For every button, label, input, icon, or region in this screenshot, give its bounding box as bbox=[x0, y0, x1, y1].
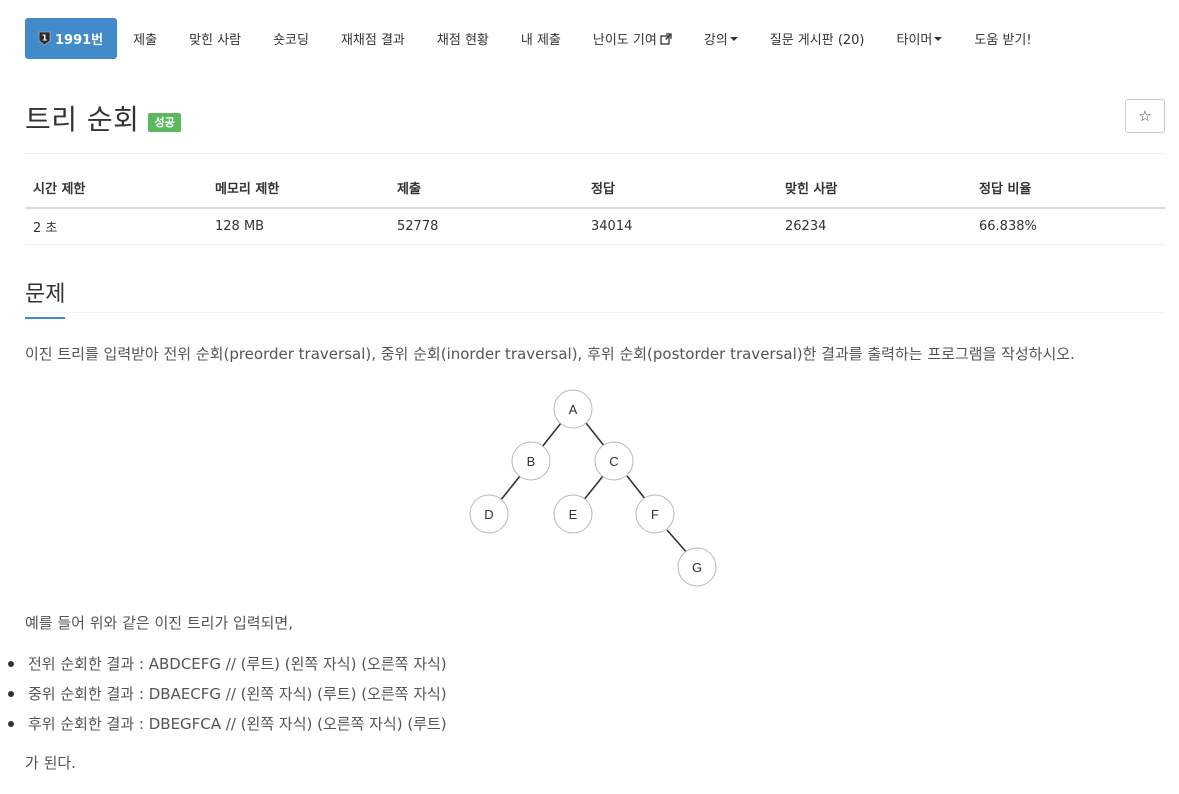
accuracy-value: 66.838% bbox=[971, 208, 1165, 245]
list-item: 중위 순회한 결과 : DBAECFG // (왼쪽 자식) (루트) (오른쪽… bbox=[8, 683, 447, 713]
tab-label: 내 제출 bbox=[520, 33, 561, 48]
tab-rejudge-results[interactable]: 재채점 결과 bbox=[325, 18, 421, 59]
list-item-text: 중위 순회한 결과 : DBAECFG // (왼쪽 자식) (루트) (오른쪽… bbox=[28, 685, 447, 703]
tab-difficulty-contribution[interactable]: 난이도 기여 bbox=[577, 18, 688, 59]
tab-get-help[interactable]: 도움 받기! bbox=[958, 18, 1047, 59]
tree-edge-a-c bbox=[585, 422, 606, 448]
table-row: 2 초 128 MB 52778 34014 26234 66.838% bbox=[25, 208, 1165, 245]
tab-label: 난이도 기여 bbox=[592, 33, 657, 48]
title-row: 트리 순회 성공 bbox=[25, 98, 181, 138]
tree-node-label: C bbox=[609, 454, 618, 469]
tab-label: 강의 bbox=[703, 33, 728, 48]
tree-edge-c-e bbox=[582, 475, 604, 502]
tab-label: 제출 bbox=[133, 33, 158, 48]
caret-down-icon bbox=[729, 37, 738, 41]
list-item: 후위 순회한 결과 : DBEGFCA // (왼쪽 자식) (오른쪽 자식) … bbox=[8, 713, 447, 743]
tree-node-label: G bbox=[692, 560, 702, 575]
tree-edge-a-b bbox=[541, 422, 562, 448]
solved-users-value: 26234 bbox=[777, 208, 971, 245]
external-link-icon bbox=[660, 32, 672, 45]
time-limit-value: 2 초 bbox=[25, 208, 207, 245]
page-title: 트리 순회 bbox=[25, 103, 140, 136]
problem-menu: 1 1991번 제출 맞힌 사람 숏코딩 재채점 결과 채점 현황 내 제출 난… bbox=[25, 18, 1048, 59]
tree-node-label: A bbox=[569, 402, 578, 417]
tab-label: 채점 현황 bbox=[436, 33, 489, 48]
header-memory-limit: 메모리 제한 bbox=[207, 175, 389, 209]
tab-judge-status[interactable]: 채점 현황 bbox=[421, 18, 505, 59]
tab-label: 도움 받기! bbox=[974, 33, 1032, 48]
caret-down-icon bbox=[934, 37, 943, 41]
tab-label: 타이머 bbox=[896, 33, 933, 48]
svg-text:1: 1 bbox=[42, 34, 48, 43]
example-outro: 가 된다. bbox=[25, 754, 76, 772]
header-time-limit: 시간 제한 bbox=[25, 175, 207, 209]
tree-edge-f-g bbox=[666, 529, 689, 555]
accepted-value: 34014 bbox=[583, 208, 777, 245]
tab-short-coding[interactable]: 숏코딩 bbox=[257, 18, 325, 59]
tree-edge-c-f bbox=[626, 475, 647, 501]
tab-lectures-dropdown[interactable]: 강의 bbox=[688, 18, 754, 59]
tree-node-label: B bbox=[527, 454, 536, 469]
tree-node-label: D bbox=[484, 507, 493, 522]
tree-node-label: F bbox=[651, 507, 659, 522]
tree-edge-b-d bbox=[499, 475, 521, 502]
list-item-text: 후위 순회한 결과 : DBEGFCA // (왼쪽 자식) (오른쪽 자식) … bbox=[28, 715, 447, 733]
header-solved-users: 맞힌 사람 bbox=[777, 175, 971, 209]
tab-label: 질문 게시판 (20) bbox=[769, 33, 865, 48]
memory-limit-value: 128 MB bbox=[207, 208, 389, 245]
submissions-value: 52778 bbox=[389, 208, 583, 245]
table-header-row: 시간 제한 메모리 제한 제출 정답 맞힌 사람 정답 비율 bbox=[25, 175, 1165, 209]
tier-badge-icon: 1 bbox=[38, 31, 51, 46]
problem-number: 1991번 bbox=[55, 33, 104, 48]
problem-description: 이진 트리를 입력받아 전위 순회(preorder traversal), 중… bbox=[25, 345, 1075, 363]
example-intro: 예를 들어 위와 같은 이진 트리가 입력되면, bbox=[25, 614, 293, 632]
list-item: 전위 순회한 결과 : ABDCEFG // (루트) (왼쪽 자식) (오른쪽… bbox=[8, 653, 447, 683]
traversal-results-list: 전위 순회한 결과 : ABDCEFG // (루트) (왼쪽 자식) (오른쪽… bbox=[8, 653, 447, 743]
header-submissions: 제출 bbox=[389, 175, 583, 209]
tab-label: 맞힌 사람 bbox=[189, 33, 242, 48]
tab-problem[interactable]: 1 1991번 bbox=[25, 18, 118, 59]
header-accepted: 정답 bbox=[583, 175, 777, 209]
tree-node-label: E bbox=[569, 507, 578, 522]
tab-question-board[interactable]: 질문 게시판 (20) bbox=[754, 18, 881, 59]
binary-tree-diagram: A B C D E F G bbox=[469, 389, 717, 587]
tab-my-submissions[interactable]: 내 제출 bbox=[505, 18, 577, 59]
bullet-icon bbox=[8, 721, 14, 727]
section-divider bbox=[25, 312, 1165, 313]
status-badge: 성공 bbox=[148, 112, 181, 132]
tab-accepted-users[interactable]: 맞힌 사람 bbox=[173, 18, 257, 59]
list-item-text: 전위 순회한 결과 : ABDCEFG // (루트) (왼쪽 자식) (오른쪽… bbox=[28, 655, 447, 673]
problem-info-table: 시간 제한 메모리 제한 제출 정답 맞힌 사람 정답 비율 2 초 128 M… bbox=[25, 175, 1165, 245]
tab-label: 숏코딩 bbox=[273, 33, 309, 48]
header-accuracy: 정답 비율 bbox=[971, 175, 1165, 209]
star-icon: ☆ bbox=[1138, 107, 1152, 125]
bullet-icon bbox=[8, 691, 14, 697]
tab-timer-dropdown[interactable]: 타이머 bbox=[881, 18, 959, 59]
bullet-icon bbox=[8, 661, 14, 667]
divider bbox=[25, 153, 1165, 154]
favorite-button[interactable]: ☆ bbox=[1125, 99, 1165, 133]
tab-label: 재채점 결과 bbox=[340, 33, 405, 48]
tab-submit[interactable]: 제출 bbox=[117, 18, 173, 59]
